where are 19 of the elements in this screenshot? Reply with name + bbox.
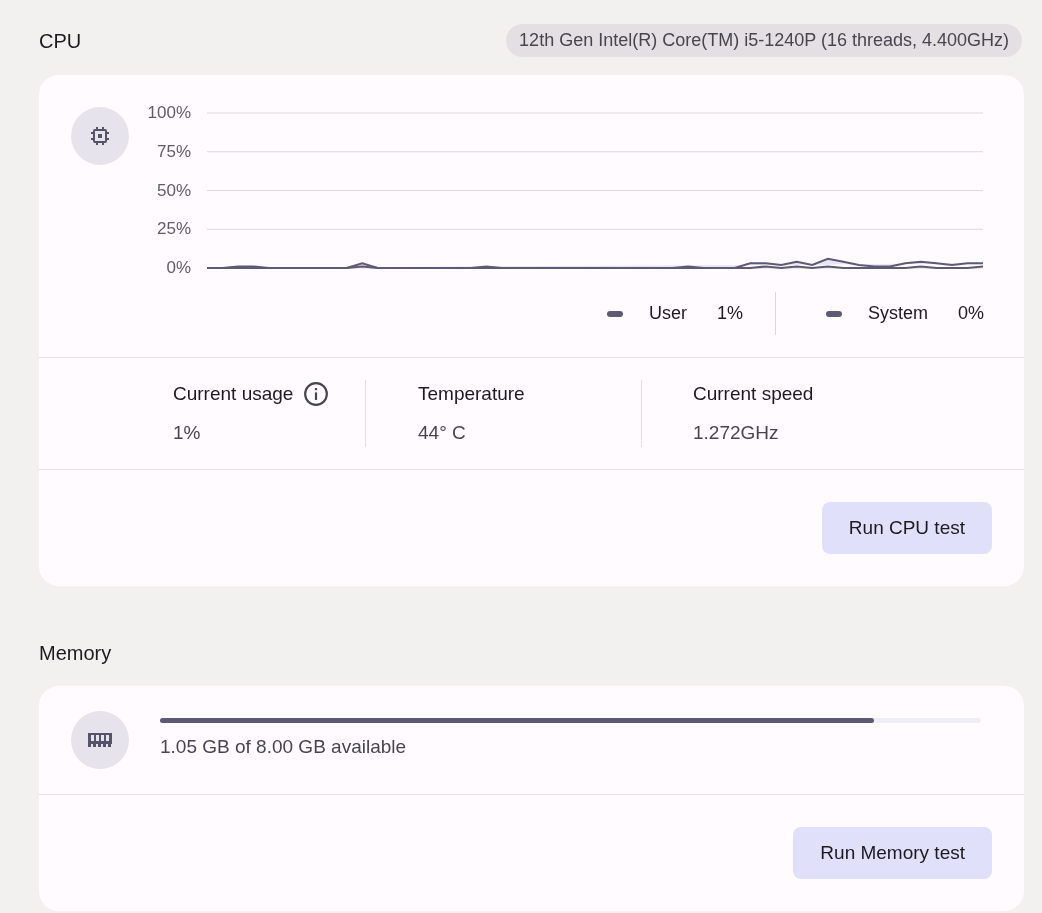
- legend-label: User: [648, 302, 687, 325]
- axis-tick-label: 75%: [156, 145, 191, 158]
- legend-value: 1%: [716, 302, 743, 325]
- stat-value: 44° C: [418, 420, 467, 445]
- section-title: Memory: [39, 641, 112, 666]
- stat-value: 1.272GHz: [693, 420, 780, 445]
- stat-value: 1%: [173, 420, 202, 445]
- processor-chip: 12th Gen Intel(R) Core(TM) i5-1240P (16 threads, 4.400GHz): [506, 24, 1022, 57]
- legend-label: System: [867, 302, 928, 325]
- legend-value: 0%: [958, 302, 984, 325]
- stat-label: Current usage: [173, 382, 294, 406]
- stat-label: Temperature: [418, 382, 525, 406]
- memory-available-text: 1.05 GB of 8.00 GB available: [160, 735, 408, 760]
- section-title: CPU: [39, 28, 82, 54]
- axis-tick-label: 100%: [147, 107, 191, 119]
- axis-tick-label: 50%: [156, 184, 191, 197]
- axis-tick-label: 25%: [156, 223, 191, 236]
- stat-label: Current speed: [693, 382, 814, 406]
- axis-tick-label: 0%: [166, 262, 191, 274]
